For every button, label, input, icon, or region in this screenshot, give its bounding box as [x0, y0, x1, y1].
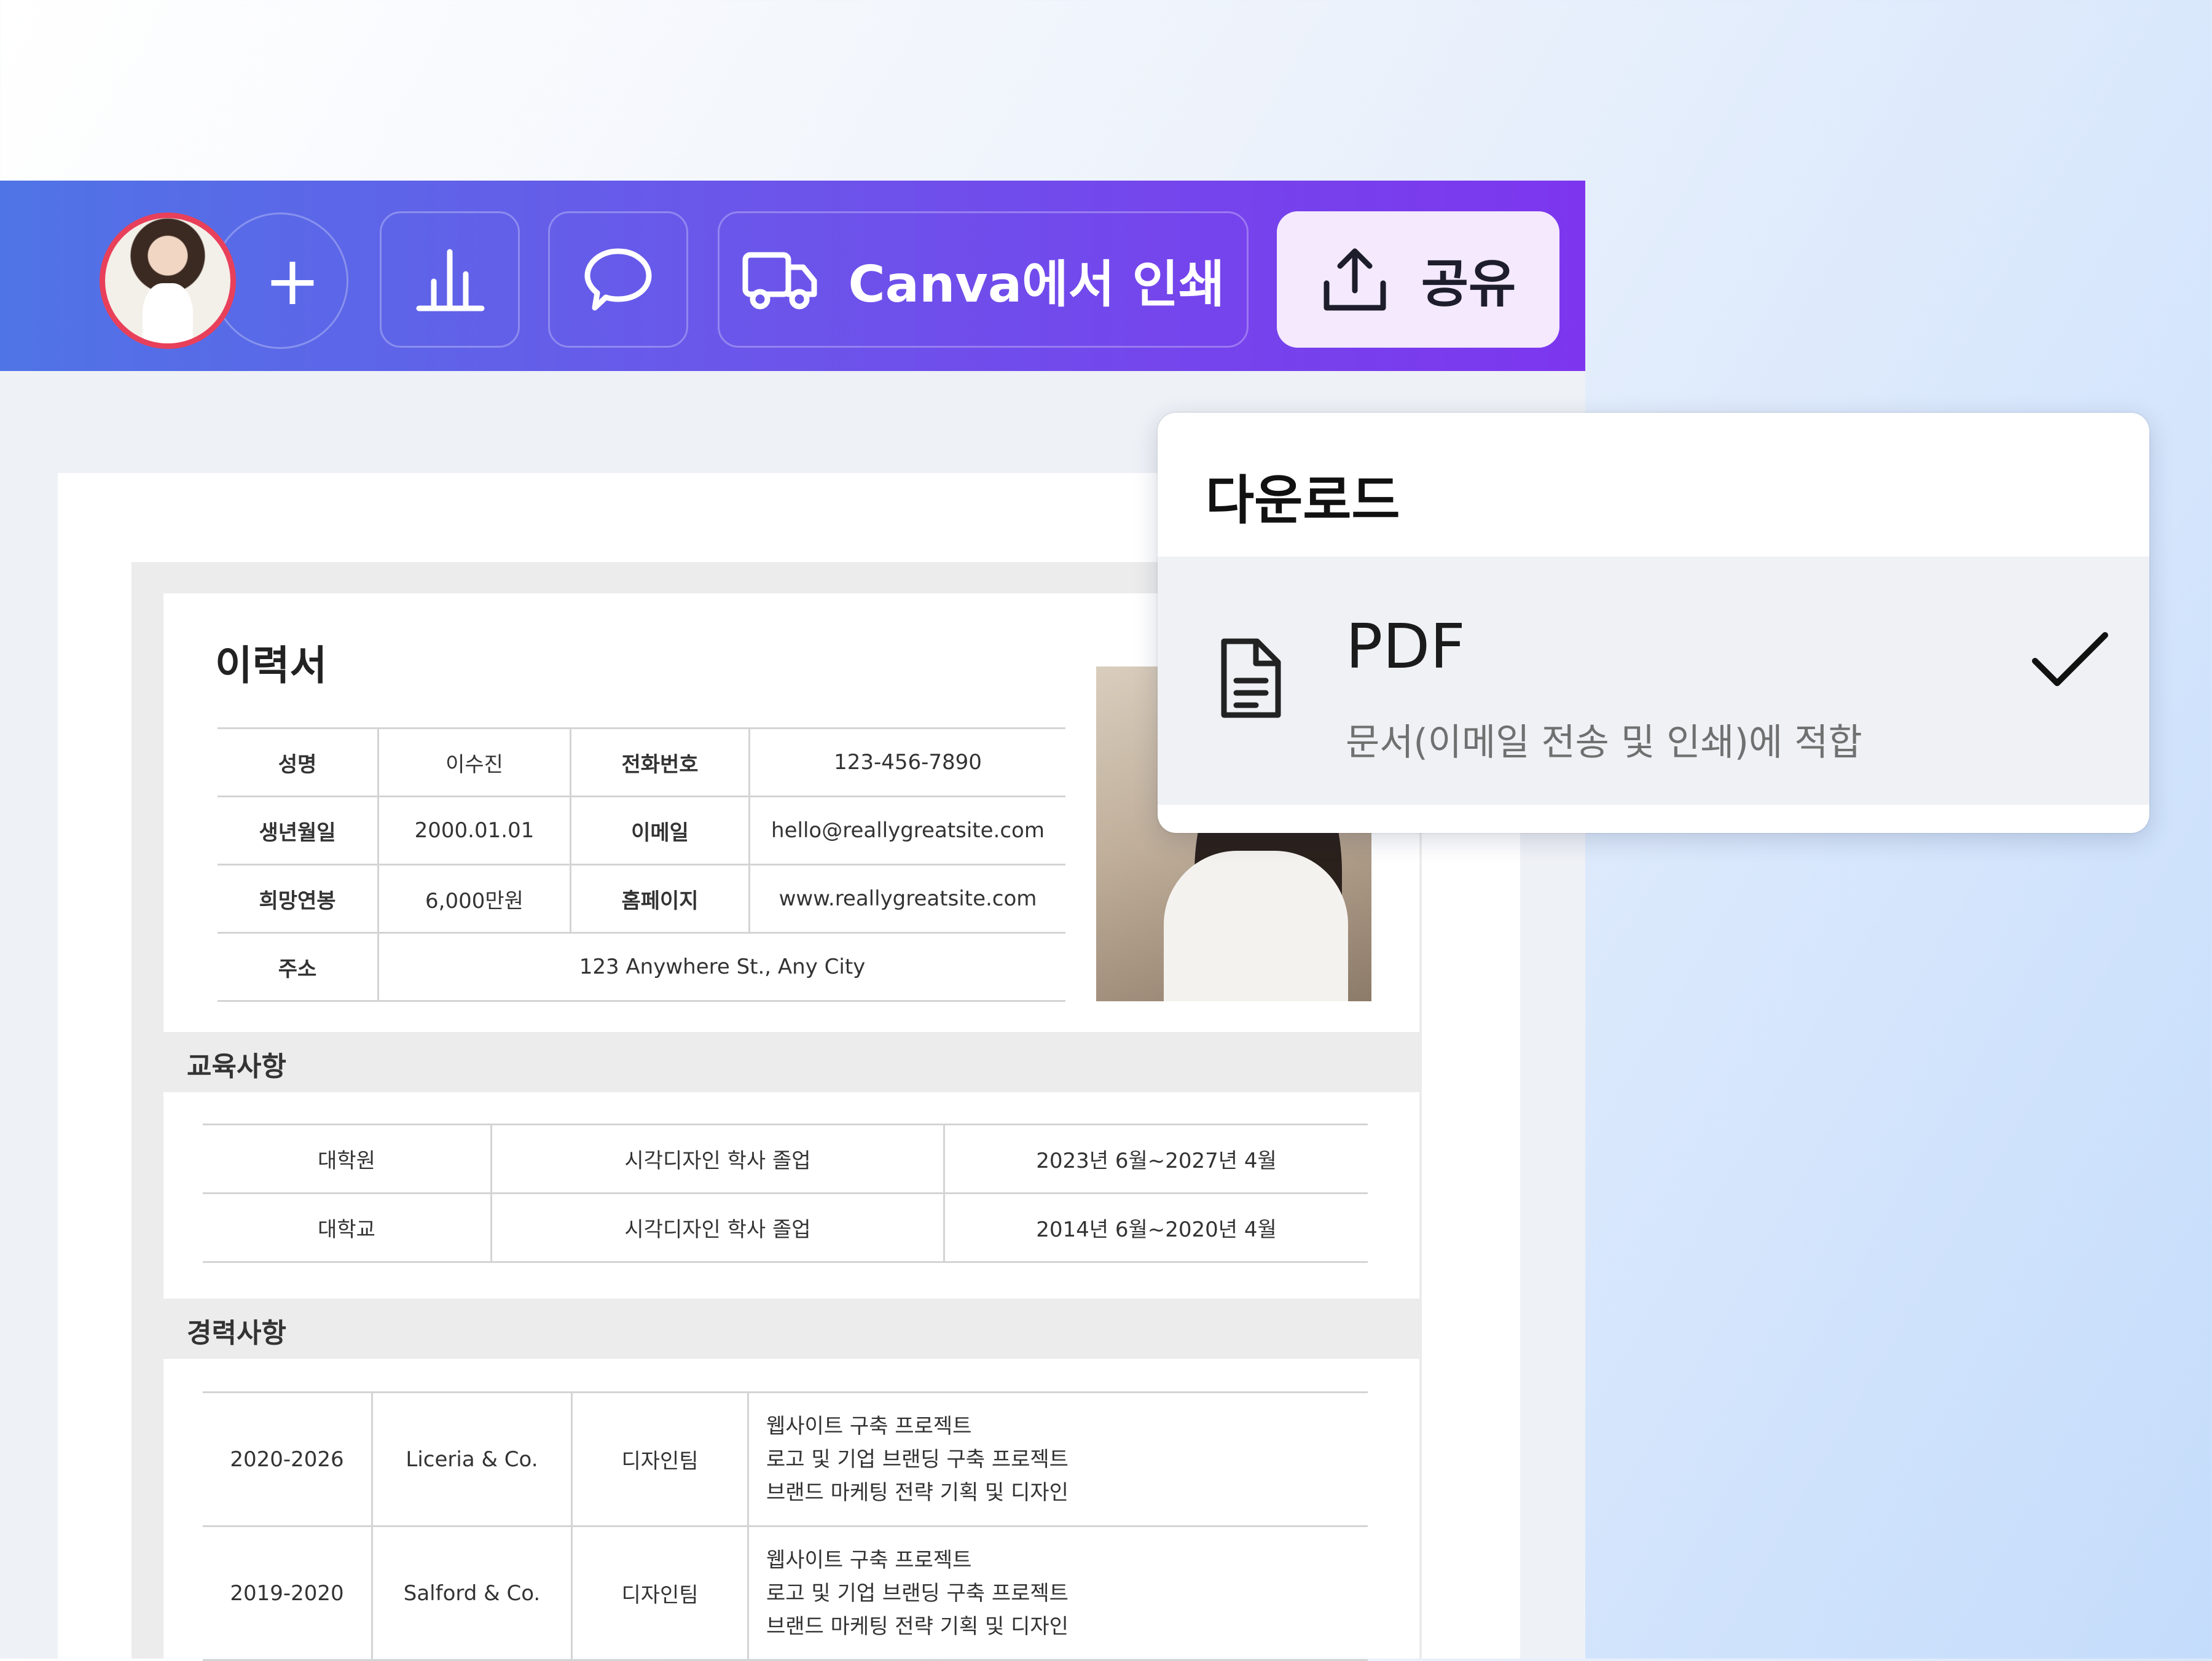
table-row: 성명 이수진 전화번호 123-456-7890 — [218, 727, 1065, 797]
career-table: 2020-2026 Liceria & Co. 디자인팀 웹사이트 구축 프로젝… — [203, 1391, 1368, 1661]
table-row: 주소 123 Anywhere St., Any City — [218, 932, 1065, 1002]
resume-title: 이력서 — [215, 642, 327, 689]
checkmark-icon — [2032, 632, 2108, 686]
download-title: 다운로드 — [1206, 470, 1400, 531]
table-row: 2019-2020 Salford & Co. 디자인팀 웹사이트 구축 프로젝… — [203, 1525, 1368, 1661]
document-icon — [1221, 638, 1281, 718]
profile-table: 성명 이수진 전화번호 123-456-7890 생년월일 2000.01.01… — [218, 727, 1065, 1002]
table-row: 희망연봉 6,000만원 홈페이지 www.reallygreatsite.co… — [218, 864, 1065, 934]
upload-icon — [1324, 248, 1386, 311]
top-toolbar: + Canva에서 인쇄 공유 — [0, 181, 1585, 371]
pdf-option-label: PDF — [1346, 611, 1465, 682]
career-section-title: 경력사항 — [187, 1318, 286, 1349]
pdf-option-description: 문서(이메일 전송 및 인쇄)에 적합 — [1346, 721, 1862, 764]
download-option-pdf[interactable]: PDF 문서(이메일 전송 및 인쇄)에 적합 — [1158, 557, 2149, 805]
share-button[interactable]: 공유 — [1277, 211, 1559, 348]
print-with-canva-button[interactable]: Canva에서 인쇄 — [718, 211, 1249, 348]
table-row: 대학원 시각디자인 학사 졸업 2023년 6월~2027년 4월 — [203, 1124, 1368, 1194]
download-dropdown: 다운로드 PDF 문서(이메일 전송 및 인쇄)에 적합 — [1158, 413, 2149, 833]
comments-button[interactable] — [548, 211, 688, 348]
table-row: 생년월일 2000.01.01 이메일 hello@reallygreatsit… — [218, 795, 1065, 866]
education-section-title: 교육사항 — [187, 1051, 286, 1082]
share-button-label: 공유 — [1421, 253, 1516, 314]
bar-chart-icon — [416, 249, 485, 311]
insights-button[interactable] — [380, 211, 520, 348]
education-table: 대학원 시각디자인 학사 졸업 2023년 6월~2027년 4월 대학교 시각… — [203, 1124, 1368, 1263]
delivery-truck-icon — [742, 252, 817, 310]
speech-bubble-icon — [584, 248, 652, 311]
user-avatar[interactable] — [100, 213, 236, 349]
table-row: 대학교 시각디자인 학사 졸업 2014년 6월~2020년 4월 — [203, 1192, 1368, 1263]
print-button-label: Canva에서 인쇄 — [848, 255, 1225, 314]
plus-icon: + — [264, 241, 321, 320]
table-row: 2020-2026 Liceria & Co. 디자인팀 웹사이트 구축 프로젝… — [203, 1391, 1368, 1527]
